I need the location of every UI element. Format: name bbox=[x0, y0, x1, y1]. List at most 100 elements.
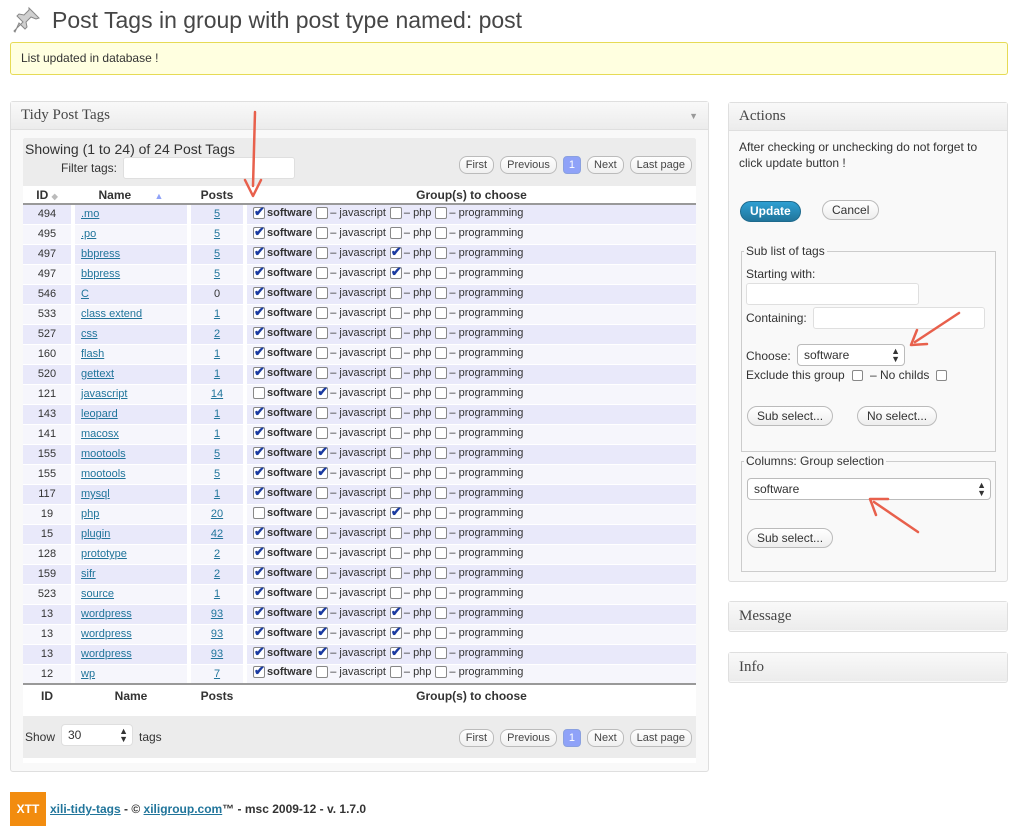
group-checkbox[interactable] bbox=[435, 406, 448, 419]
last-page-button[interactable]: Last page bbox=[629, 156, 692, 174]
tag-posts-link[interactable]: 5 bbox=[214, 248, 220, 260]
group-checkbox[interactable] bbox=[435, 606, 448, 619]
group-checkbox[interactable] bbox=[253, 604, 265, 620]
group-checkbox[interactable] bbox=[389, 546, 402, 559]
group-checkbox[interactable] bbox=[316, 406, 329, 419]
cancel-button[interactable]: Cancel bbox=[822, 200, 880, 220]
group-checkbox[interactable] bbox=[435, 286, 448, 299]
group-checkbox[interactable] bbox=[435, 666, 448, 679]
group-checkbox[interactable] bbox=[253, 324, 265, 340]
group-checkbox[interactable] bbox=[389, 446, 402, 459]
tag-posts-link[interactable]: 2 bbox=[214, 568, 220, 580]
group-checkbox[interactable] bbox=[389, 244, 402, 260]
group-checkbox[interactable] bbox=[435, 386, 448, 399]
group-checkbox[interactable] bbox=[389, 306, 402, 319]
group-checkbox[interactable] bbox=[435, 326, 448, 339]
tag-posts-link[interactable]: 5 bbox=[214, 268, 220, 280]
group-checkbox[interactable] bbox=[389, 386, 402, 399]
tag-posts-link[interactable]: 93 bbox=[211, 648, 223, 660]
group-checkbox[interactable] bbox=[253, 584, 265, 600]
group-checkbox[interactable] bbox=[316, 444, 329, 460]
group-checkbox[interactable] bbox=[316, 526, 329, 539]
group-checkbox[interactable] bbox=[253, 663, 265, 679]
tag-posts-link[interactable]: 5 bbox=[214, 448, 220, 460]
group-checkbox[interactable] bbox=[435, 206, 448, 219]
group-checkbox[interactable] bbox=[389, 206, 402, 219]
group-checkbox[interactable] bbox=[316, 586, 329, 599]
tag-posts-link[interactable]: 5 bbox=[214, 468, 220, 480]
group-checkbox[interactable] bbox=[253, 244, 265, 260]
columns-sub-select-button[interactable]: Sub select... bbox=[747, 528, 834, 548]
group-checkbox[interactable] bbox=[435, 366, 448, 379]
tag-posts-link[interactable]: 14 bbox=[211, 388, 223, 400]
group-checkbox[interactable] bbox=[253, 404, 265, 420]
group-checkbox[interactable] bbox=[253, 386, 265, 399]
tag-name-link[interactable]: mootools bbox=[81, 468, 126, 480]
current-page-button[interactable]: 1 bbox=[562, 156, 582, 174]
group-checkbox[interactable] bbox=[389, 666, 402, 679]
group-checkbox[interactable] bbox=[435, 646, 448, 659]
tag-name-link[interactable]: bbpress bbox=[81, 248, 120, 260]
tag-name-link[interactable]: source bbox=[81, 588, 114, 600]
group-checkbox[interactable] bbox=[316, 426, 329, 439]
group-checkbox[interactable] bbox=[389, 366, 402, 379]
group-checkbox[interactable] bbox=[389, 624, 402, 640]
first-page-button[interactable]: First bbox=[458, 729, 495, 747]
group-checkbox[interactable] bbox=[316, 306, 329, 319]
group-checkbox[interactable] bbox=[316, 464, 329, 480]
group-checkbox[interactable] bbox=[316, 644, 329, 660]
group-checkbox[interactable] bbox=[435, 426, 448, 439]
current-page-button[interactable]: 1 bbox=[562, 729, 582, 747]
tag-posts-link[interactable]: 42 bbox=[211, 528, 223, 540]
tag-posts-link[interactable]: 5 bbox=[214, 228, 220, 240]
group-checkbox[interactable] bbox=[389, 486, 402, 499]
group-checkbox[interactable] bbox=[435, 466, 448, 479]
group-checkbox[interactable] bbox=[389, 226, 402, 239]
update-button[interactable]: Update bbox=[740, 201, 801, 222]
tag-name-link[interactable]: javascript bbox=[81, 388, 127, 400]
tag-name-link[interactable]: sifr bbox=[81, 568, 96, 580]
tag-posts-link[interactable]: 5 bbox=[214, 208, 220, 220]
tag-name-link[interactable]: mootools bbox=[81, 448, 126, 460]
tag-name-link[interactable]: .po bbox=[81, 228, 96, 240]
next-page-button[interactable]: Next bbox=[587, 729, 624, 747]
tag-name-link[interactable]: plugin bbox=[81, 528, 110, 540]
tag-posts-link[interactable]: 1 bbox=[214, 368, 220, 380]
tag-name-link[interactable]: wordpress bbox=[81, 628, 132, 640]
previous-page-button[interactable]: Previous bbox=[500, 729, 557, 747]
group-checkbox[interactable] bbox=[389, 264, 402, 280]
no-childs-checkbox[interactable] bbox=[936, 370, 947, 381]
tag-name-link[interactable]: gettext bbox=[81, 368, 114, 380]
group-checkbox[interactable] bbox=[253, 464, 265, 480]
group-checkbox[interactable] bbox=[435, 486, 448, 499]
last-page-button[interactable]: Last page bbox=[629, 729, 692, 747]
sort-icon[interactable]: ◆ bbox=[52, 192, 58, 201]
tag-name-link[interactable]: php bbox=[81, 508, 99, 520]
tag-posts-link[interactable]: 7 bbox=[214, 668, 220, 680]
tidy-post-tags-header[interactable]: Tidy Post Tags ▼ bbox=[11, 102, 708, 130]
tag-name-link[interactable]: mysql bbox=[81, 488, 110, 500]
tag-name-link[interactable]: .mo bbox=[81, 208, 99, 220]
tag-posts-link[interactable]: 20 bbox=[211, 508, 223, 520]
group-checkbox[interactable] bbox=[316, 286, 329, 299]
group-checkbox[interactable] bbox=[435, 226, 448, 239]
tag-posts-link[interactable]: 1 bbox=[214, 408, 220, 420]
group-checkbox[interactable] bbox=[389, 566, 402, 579]
next-page-button[interactable]: Next bbox=[587, 156, 624, 174]
group-checkbox[interactable] bbox=[435, 526, 448, 539]
group-checkbox[interactable] bbox=[253, 204, 265, 220]
tag-name-link[interactable]: css bbox=[81, 328, 98, 340]
group-checkbox[interactable] bbox=[435, 306, 448, 319]
group-checkbox[interactable] bbox=[316, 226, 329, 239]
group-checkbox[interactable] bbox=[435, 506, 448, 519]
group-checkbox[interactable] bbox=[389, 604, 402, 620]
group-checkbox[interactable] bbox=[389, 586, 402, 599]
sort-asc-icon[interactable]: ▲ bbox=[155, 191, 164, 201]
group-checkbox[interactable] bbox=[435, 346, 448, 359]
no-select-button[interactable]: No select... bbox=[857, 406, 938, 426]
group-checkbox[interactable] bbox=[316, 604, 329, 620]
choose-group-select[interactable]: software ▲ ▼ bbox=[797, 344, 905, 366]
group-checkbox[interactable] bbox=[389, 286, 402, 299]
group-checkbox[interactable] bbox=[389, 644, 402, 660]
xiligroup-link[interactable]: xiligroup.com bbox=[144, 802, 223, 816]
